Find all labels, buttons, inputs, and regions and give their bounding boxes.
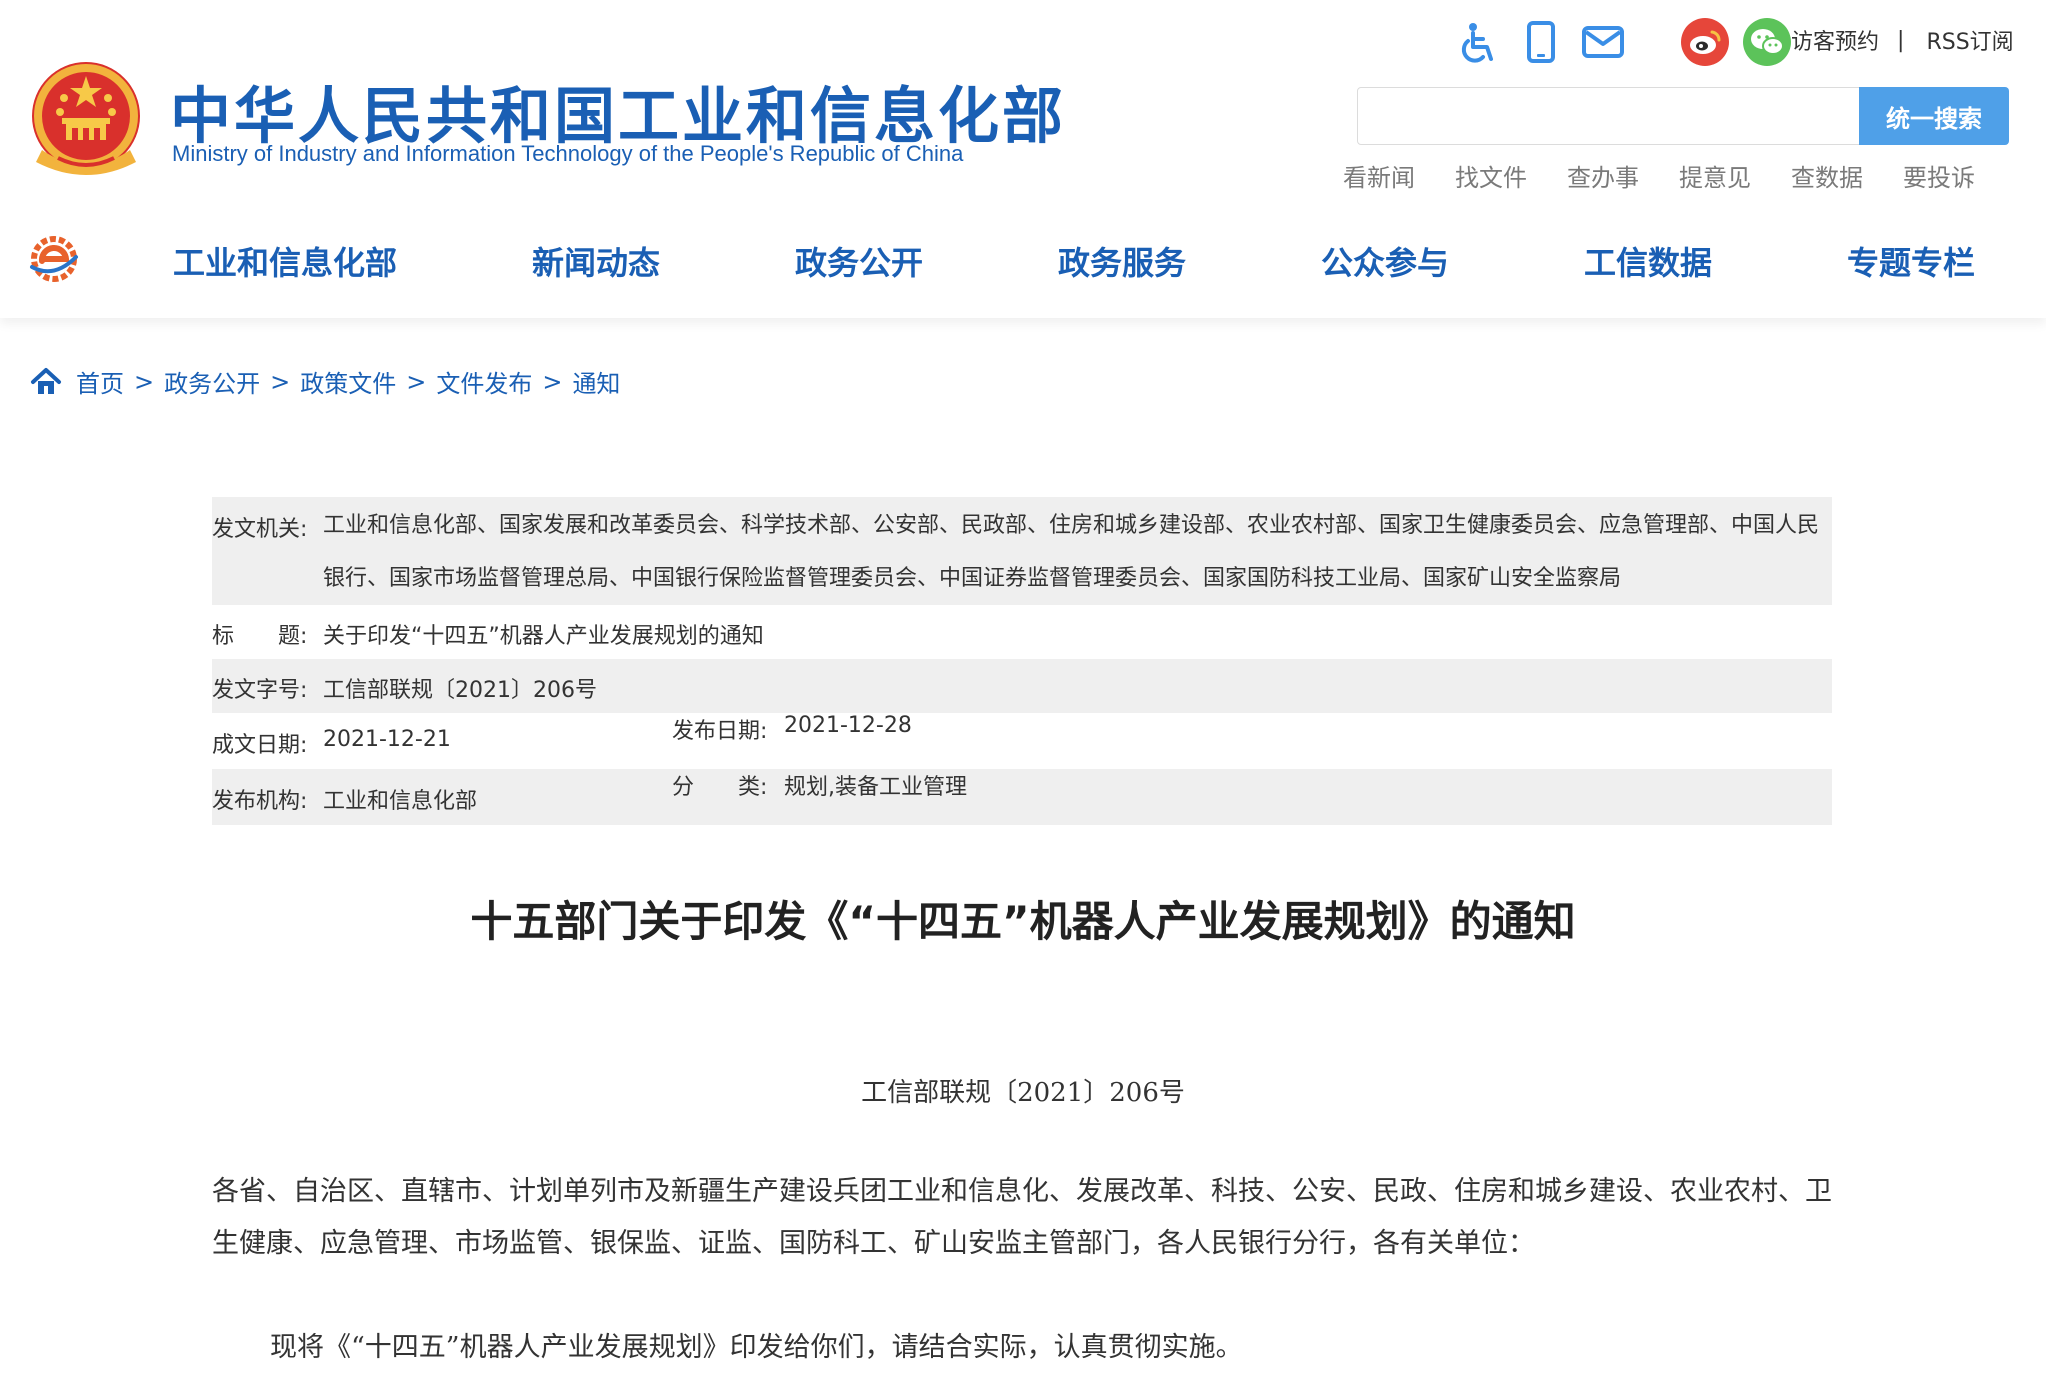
issuer-value: 工业和信息化部、国家发展和改革委员会、科学技术部、公安部、民政部、住房和城乡建设… <box>323 513 1820 591</box>
nav-item-ministry[interactable]: 工业和信息化部 <box>173 238 397 284</box>
info-row-doc-number: 发文字号: 工信部联规〔2021〕206号 <box>212 659 1832 713</box>
breadcrumb-notice[interactable]: 通知 <box>572 364 620 399</box>
visitor-appointment-link[interactable]: 访客预约 <box>1791 24 1879 56</box>
quick-link-data[interactable]: 查数据 <box>1791 158 1863 193</box>
nav-item-special-topics[interactable]: 专题专栏 <box>1847 238 1975 284</box>
breadcrumb-home[interactable]: 首页 <box>76 364 124 399</box>
breadcrumb-separator: > <box>542 367 563 396</box>
accessibility-icon[interactable] <box>1455 18 1503 66</box>
wechat-icon[interactable] <box>1743 18 1791 66</box>
issuer-label: 发文机关: <box>212 517 308 542</box>
quick-link-feedback[interactable]: 提意见 <box>1679 158 1751 193</box>
breadcrumb-separator: > <box>270 367 291 396</box>
search-button[interactable]: 统一搜索 <box>1859 87 2009 145</box>
written-date-label: 成文日期: <box>212 733 308 758</box>
breadcrumb: 首页 > 政务公开 > 政策文件 > 文件发布 > 通知 <box>30 364 620 399</box>
doc-number-value: 工信部联规〔2021〕206号 <box>323 678 597 703</box>
site-header: 中华人民共和国工业和信息化部 Ministry of Industry and … <box>0 0 2046 318</box>
mobile-icon[interactable] <box>1517 18 1565 66</box>
document-body: 现将《“十四五”机器人产业发展规划》印发给你们，请结合实际，认真贯彻实施。 <box>270 1332 1243 1363</box>
main-nav: 工业和信息化部 新闻动态 政务公开 政务服务 公众参与 工信数据 专题专栏 <box>0 238 2046 286</box>
title-value: 关于印发“十四五”机器人产业发展规划的通知 <box>323 624 764 649</box>
document-info-table: 发文机关: 工业和信息化部、国家发展和改革委员会、科学技术部、公安部、民政部、住… <box>212 497 1832 825</box>
nav-item-government-affairs[interactable]: 政务公开 <box>795 238 923 284</box>
quick-link-files[interactable]: 找文件 <box>1455 158 1527 193</box>
breadcrumb-policy-documents[interactable]: 政策文件 <box>300 364 396 399</box>
document-number: 工信部联规〔2021〕206号 <box>861 1078 1185 1108</box>
quick-link-news[interactable]: 看新闻 <box>1343 158 1415 193</box>
quick-link-services[interactable]: 查办事 <box>1567 158 1639 193</box>
nav-item-data[interactable]: 工信数据 <box>1584 238 1712 284</box>
publish-date-label: 发布日期: <box>672 719 768 744</box>
top-links-separator: | <box>1897 27 1905 53</box>
search-input[interactable] <box>1357 87 1862 145</box>
title-label: 标 题: <box>212 624 308 649</box>
document-addressee: 各省、自治区、直辖市、计划单列市及新疆生产建设兵团工业和信息化、发展改革、科技、… <box>212 1176 1832 1259</box>
site-subtitle: Ministry of Industry and Information Tec… <box>172 141 964 166</box>
weibo-icon[interactable] <box>1681 18 1729 66</box>
nav-item-public-participation[interactable]: 公众参与 <box>1321 238 1449 284</box>
written-date-value: 2021-12-21 <box>323 727 451 752</box>
national-emblem-icon[interactable] <box>28 58 145 178</box>
breadcrumb-government-affairs[interactable]: 政务公开 <box>164 364 260 399</box>
nav-item-services[interactable]: 政务服务 <box>1058 238 1186 284</box>
info-row-dates: 成文日期: 2021-12-21 发布日期: 2021-12-28 <box>212 713 1832 769</box>
category-value: 规划,装备工业管理 <box>784 775 967 800</box>
publisher-value: 工业和信息化部 <box>323 789 478 814</box>
quick-link-complaint[interactable]: 要投诉 <box>1903 158 1975 193</box>
publish-date-value: 2021-12-28 <box>784 713 912 738</box>
breadcrumb-document-release[interactable]: 文件发布 <box>436 364 532 399</box>
mail-icon[interactable] <box>1579 18 1627 66</box>
breadcrumb-separator: > <box>406 367 427 396</box>
top-icon-bar <box>1455 18 1805 66</box>
info-row-publisher: 发布机构: 工业和信息化部 分 类: 规划,装备工业管理 <box>212 769 1832 825</box>
document-title: 十五部门关于印发《“十四五”机器人产业发展规划》的通知 <box>470 897 1576 946</box>
doc-number-label: 发文字号: <box>212 678 308 703</box>
top-links: 访客预约 | RSS订阅 <box>1791 24 2014 56</box>
category-label: 分 类: <box>672 775 768 800</box>
quick-links: 看新闻 找文件 查办事 提意见 查数据 要投诉 <box>1343 158 2015 193</box>
rss-link[interactable]: RSS订阅 <box>1926 24 2013 56</box>
publisher-label: 发布机构: <box>212 789 308 814</box>
info-row-issuer: 发文机关: 工业和信息化部、国家发展和改革委员会、科学技术部、公安部、民政部、住… <box>212 497 1832 605</box>
home-icon[interactable] <box>30 366 62 398</box>
nav-item-news[interactable]: 新闻动态 <box>532 238 660 284</box>
info-row-title: 标 题: 关于印发“十四五”机器人产业发展规划的通知 <box>212 605 1832 659</box>
breadcrumb-separator: > <box>134 367 155 396</box>
